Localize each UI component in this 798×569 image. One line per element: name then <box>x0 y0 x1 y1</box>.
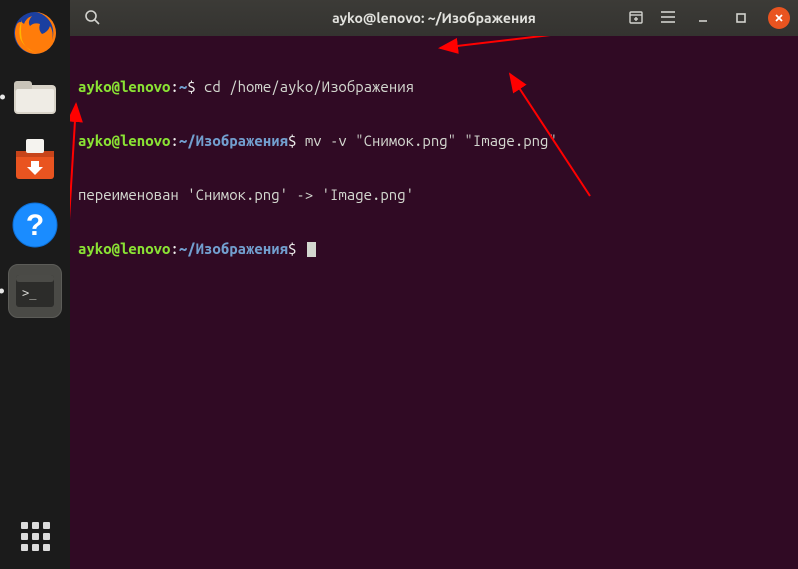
command-text: cd /home/ayko/Изображения <box>204 78 414 95</box>
prompt-dollar: $ <box>288 240 305 257</box>
prompt-path: ~ <box>179 78 187 95</box>
dock-item-help[interactable]: ? <box>10 200 60 250</box>
dock-item-files[interactable] <box>10 72 60 122</box>
help-icon: ? <box>12 202 58 248</box>
dock-item-firefox[interactable] <box>10 8 60 58</box>
terminal-line: ayko@lenovo:~/Изображения$ <box>78 240 790 258</box>
terminal-icon: >_ <box>16 275 54 307</box>
annotation-arrow <box>70 36 798 566</box>
command-text: mv -v "Снимок.png" "Image.png" <box>305 132 557 149</box>
terminal-body[interactable]: ayko@lenovo:~$ cd /home/ayko/Изображения… <box>70 36 798 569</box>
prompt-colon: : <box>170 78 178 95</box>
prompt-path: ~/Изображения <box>179 240 288 257</box>
svg-text:>_: >_ <box>22 286 37 300</box>
software-icon <box>12 139 58 183</box>
prompt-user: ayko@lenovo <box>78 240 170 257</box>
new-tab-icon[interactable] <box>628 9 644 28</box>
output-text: переименован 'Снимок.png' -> 'Image.png' <box>78 186 414 203</box>
dock-show-applications[interactable] <box>0 522 70 551</box>
search-icon[interactable] <box>84 9 100 28</box>
prompt-user: ayko@lenovo <box>78 78 170 95</box>
dock: ? >_ <box>0 0 70 569</box>
terminal-line: ayko@lenovo:~$ cd /home/ayko/Изображения <box>78 78 790 96</box>
apps-grid-icon <box>21 522 50 551</box>
dock-item-software[interactable] <box>10 136 60 186</box>
prompt-colon: : <box>170 240 178 257</box>
prompt-dollar: $ <box>288 132 305 149</box>
window-controls <box>628 7 790 29</box>
prompt-user: ayko@lenovo <box>78 132 170 149</box>
terminal-line: ayko@lenovo:~/Изображения$ mv -v "Снимок… <box>78 132 790 150</box>
dock-item-terminal[interactable]: >_ <box>8 264 62 318</box>
prompt-colon: : <box>170 132 178 149</box>
titlebar[interactable]: ayko@lenovo: ~/Изображения <box>70 0 798 36</box>
running-indicator-dot <box>0 95 5 100</box>
close-button[interactable] <box>768 7 790 29</box>
terminal-cursor <box>307 242 316 257</box>
prompt-path: ~/Изображения <box>179 132 288 149</box>
running-indicator-dot <box>0 289 4 294</box>
prompt-dollar: $ <box>187 78 204 95</box>
svg-text:?: ? <box>26 209 44 242</box>
hamburger-menu-icon[interactable] <box>660 10 676 27</box>
minimize-button[interactable] <box>692 7 714 29</box>
files-icon <box>12 77 58 117</box>
terminal-line: переименован 'Снимок.png' -> 'Image.png' <box>78 186 790 204</box>
maximize-button[interactable] <box>730 7 752 29</box>
firefox-icon <box>12 10 58 56</box>
terminal-window: ayko@lenovo: ~/Изображения <box>70 0 798 569</box>
